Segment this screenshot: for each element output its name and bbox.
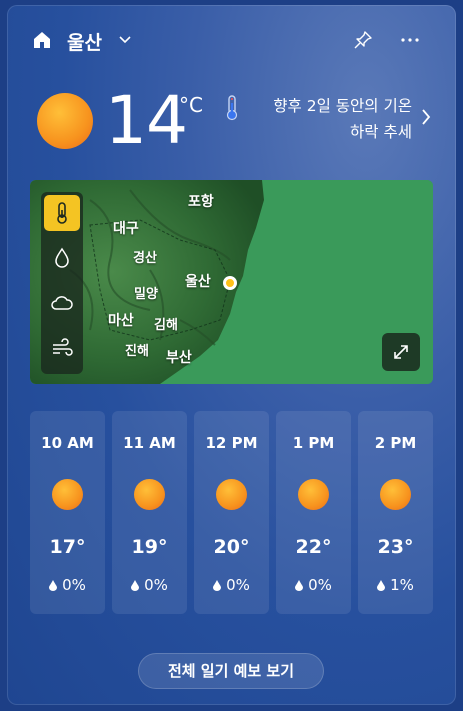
map-label-pohang: 포항 xyxy=(188,194,214,210)
map-label-gimhae: 김해 xyxy=(154,318,178,333)
layer-precipitation-button[interactable] xyxy=(44,240,80,276)
layer-cloud-button[interactable] xyxy=(44,285,80,321)
drop-icon xyxy=(131,580,140,591)
chevron-down-icon[interactable] xyxy=(118,33,132,47)
drop-icon xyxy=(213,580,222,591)
map-label-miryang: 밀양 xyxy=(134,287,158,302)
map-label-busan: 부산 xyxy=(166,350,192,366)
hour-temperature: 20° xyxy=(213,536,250,558)
layer-temperature-button[interactable] xyxy=(44,195,80,231)
full-forecast-button[interactable]: 전체 일기 예보 보기 xyxy=(138,653,324,689)
pin-icon[interactable] xyxy=(353,30,373,50)
current-temperature: 14 xyxy=(105,82,188,159)
expand-map-button[interactable] xyxy=(382,333,420,371)
precip-value: 0% xyxy=(62,576,86,594)
hour-time: 12 PM xyxy=(205,434,258,452)
map-label-daegu: 대구 xyxy=(113,221,139,237)
widget-header: 울산 xyxy=(7,5,456,75)
hourly-card[interactable]: 12 PM 20° 0% xyxy=(194,411,269,614)
map-label-gyeongsan: 경산 xyxy=(133,251,157,266)
hour-precipitation: 0% xyxy=(112,576,187,594)
hour-temperature: 22° xyxy=(295,536,332,558)
trend-note-line1: 향후 2일 동안의 기온 xyxy=(273,97,412,115)
location-name[interactable]: 울산 xyxy=(67,28,102,55)
hour-time: 2 PM xyxy=(374,434,417,452)
more-icon[interactable] xyxy=(399,30,421,50)
trend-note-line2: 하락 추세 xyxy=(350,123,412,141)
hour-precipitation: 1% xyxy=(358,576,433,594)
sun-icon xyxy=(134,479,165,510)
layer-wind-button[interactable] xyxy=(44,330,80,366)
location-marker xyxy=(223,276,237,290)
drop-icon xyxy=(55,247,69,268)
map-label-masan: 마산 xyxy=(108,313,134,329)
map-layer-panel xyxy=(41,192,83,374)
hour-temperature: 23° xyxy=(377,536,414,558)
home-icon xyxy=(34,32,50,48)
hour-precipitation: 0% xyxy=(276,576,351,594)
precip-value: 0% xyxy=(226,576,250,594)
hourly-card[interactable]: 1 PM 22° 0% xyxy=(276,411,351,614)
drop-icon xyxy=(377,580,386,591)
precip-value: 0% xyxy=(308,576,332,594)
weather-widget: 울산 14 °C 향후 2일 동안의 기온 하락 추세 포항 대구 경산 울산 … xyxy=(7,5,456,705)
temperature-trend-note[interactable]: 향후 2일 동안의 기온 하락 추세 xyxy=(247,93,412,145)
temperature-unit[interactable]: °C xyxy=(179,93,203,117)
sun-icon xyxy=(380,479,411,510)
hour-time: 10 AM xyxy=(41,434,94,452)
precip-value: 0% xyxy=(144,576,168,594)
sun-icon xyxy=(216,479,247,510)
sun-icon xyxy=(52,479,83,510)
hour-precipitation: 0% xyxy=(194,576,269,594)
chevron-right-icon[interactable] xyxy=(419,106,433,128)
hour-precipitation: 0% xyxy=(30,576,105,594)
map-label-ulsan: 울산 xyxy=(185,274,211,290)
thermometer-icon xyxy=(226,95,238,121)
hour-temperature: 17° xyxy=(49,536,86,558)
expand-icon xyxy=(394,345,408,359)
drop-icon xyxy=(295,580,304,591)
hour-temperature: 19° xyxy=(131,536,168,558)
hourly-card[interactable]: 10 AM 17° 0% xyxy=(30,411,105,614)
hourly-card[interactable]: 2 PM 23° 1% xyxy=(358,411,433,614)
hour-time: 11 AM xyxy=(123,434,176,452)
hour-time: 1 PM xyxy=(292,434,335,452)
cloud-icon xyxy=(51,296,73,310)
weather-map[interactable]: 포항 대구 경산 울산 밀양 마산 김해 진해 부산 xyxy=(30,180,433,384)
sun-icon xyxy=(298,479,329,510)
wind-icon xyxy=(53,338,73,356)
drop-icon xyxy=(49,580,58,591)
thermometer-icon xyxy=(57,202,67,224)
map-label-jinhae: 진해 xyxy=(125,344,149,359)
sun-icon xyxy=(37,93,93,149)
hourly-card[interactable]: 11 AM 19° 0% xyxy=(112,411,187,614)
precip-value: 1% xyxy=(390,576,414,594)
